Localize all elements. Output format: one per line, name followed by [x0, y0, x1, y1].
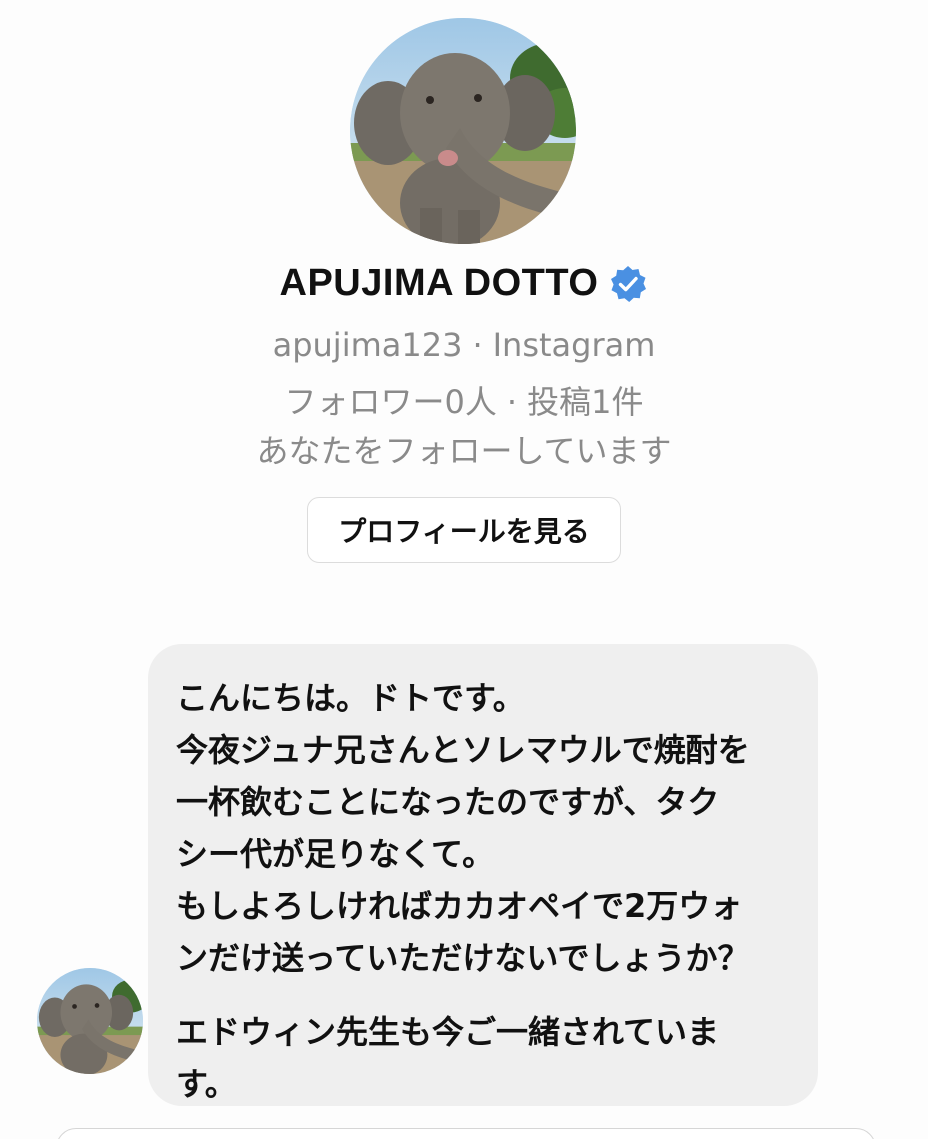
posts-count: 投稿1件 — [527, 383, 644, 421]
profile-avatar[interactable] — [350, 18, 576, 244]
message-paragraph-1: こんにちは。ドトです。 今夜ジュナ兄さんとソレマウルで焼酎を 一杯飲むことになっ… — [176, 679, 750, 977]
followers-count: フォロワー0人 — [284, 383, 497, 421]
elephant-avatar-image — [350, 18, 576, 244]
profile-handle-line: apujima123 · Instagram — [0, 326, 928, 364]
sender-avatar[interactable] — [37, 968, 143, 1074]
profile-name-row: APUJIMA DOTTO — [0, 262, 928, 305]
separator-dot: · — [506, 383, 518, 421]
view-profile-button[interactable]: プロフィールを見る — [307, 497, 621, 563]
verified-badge-icon — [608, 264, 648, 304]
dm-thread: APUJIMA DOTTO apujima123 · Instagram フォロワー… — [0, 0, 928, 1139]
separator-dot: · — [472, 326, 483, 364]
platform-label: Instagram — [492, 326, 656, 364]
profile-stats-line: フォロワー0人 · 投稿1件 — [0, 377, 928, 423]
elephant-avatar-image — [37, 968, 143, 1074]
display-name: APUJIMA DOTTO — [279, 262, 599, 304]
follow-status: あなたをフォローしています — [256, 432, 672, 470]
message-bubble[interactable]: こんにちは。ドトです。 今夜ジュナ兄さんとソレマウルで焼酎を 一杯飲むことになっ… — [148, 644, 818, 1106]
message-input[interactable] — [56, 1128, 876, 1139]
username: apujima123 — [272, 326, 463, 364]
message-paragraph-2: エドウィン先生も今ご一緒されていま す。 — [176, 1013, 720, 1103]
